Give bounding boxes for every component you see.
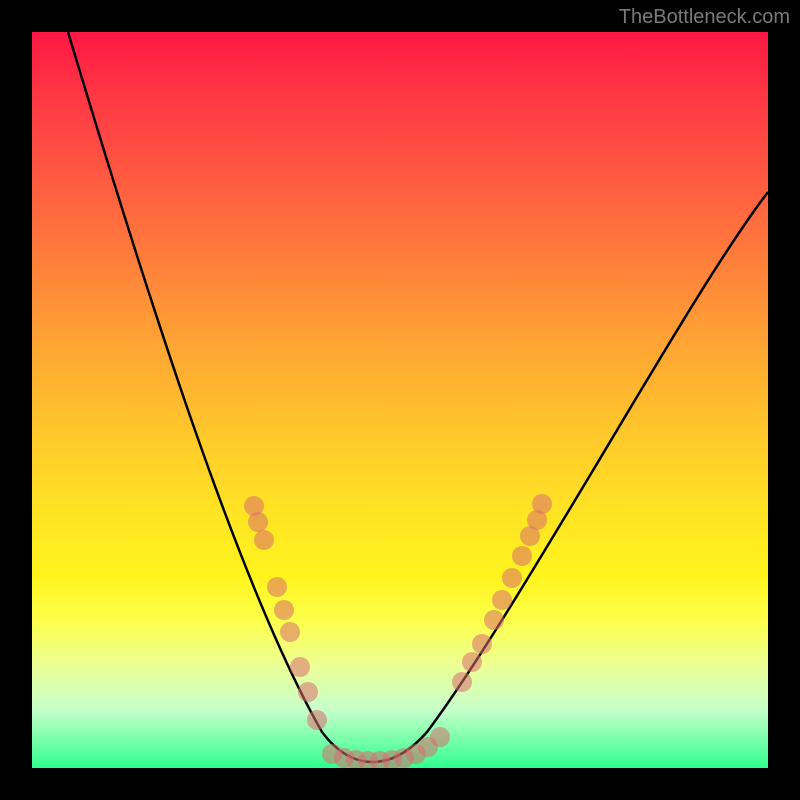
scatter-point xyxy=(290,657,310,677)
scatter-point xyxy=(484,610,504,630)
scatter-point xyxy=(267,577,287,597)
scatter-point xyxy=(502,568,522,588)
scatter-point xyxy=(472,634,492,654)
scatter-point xyxy=(492,590,512,610)
chart-svg xyxy=(32,32,768,768)
watermark-text: TheBottleneck.com xyxy=(619,6,790,29)
scatter-point xyxy=(280,622,300,642)
chart-frame: TheBottleneck.com xyxy=(0,0,800,800)
scatter-point xyxy=(512,546,532,566)
scatter-point xyxy=(298,682,318,702)
scatter-point xyxy=(274,600,294,620)
scatter-left-group xyxy=(244,496,327,730)
scatter-bottom-group xyxy=(322,727,450,768)
plot-area xyxy=(32,32,768,768)
scatter-point xyxy=(307,710,327,730)
scatter-point xyxy=(248,512,268,532)
scatter-point xyxy=(462,652,482,672)
scatter-right-group xyxy=(452,494,552,692)
curve-line xyxy=(68,32,768,762)
scatter-point xyxy=(430,727,450,747)
scatter-point xyxy=(254,530,274,550)
scatter-point xyxy=(452,672,472,692)
scatter-point xyxy=(532,494,552,514)
